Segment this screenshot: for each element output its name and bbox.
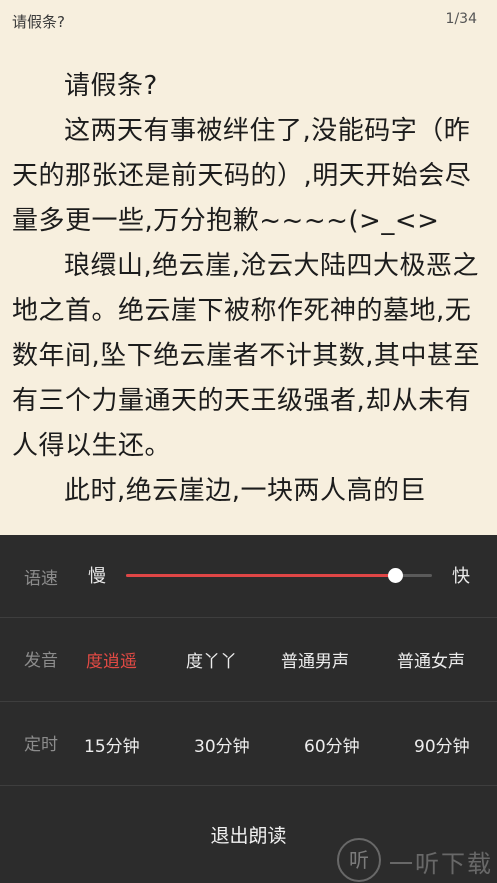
timer-row: 定时 15分钟 30分钟 60分钟 90分钟 <box>0 701 497 786</box>
chapter-content: 请假条? 这两天有事被绊住了,没能码字（昨天的那张还是前天码的）,明天开始会尽量… <box>12 64 488 514</box>
page-indicator: 1/34 <box>445 11 477 27</box>
voice-option-female[interactable]: 普通女声 <box>397 647 465 672</box>
tts-control-panel: 语速 慢 快 发音 度逍遥 度丫丫 普通男声 普通女声 定时 15分钟 30分钟… <box>0 535 497 883</box>
timer-label: 定时 <box>24 735 58 755</box>
speed-fast-label: 快 <box>452 566 470 587</box>
paragraph: 请假条? <box>64 71 158 101</box>
speed-row: 语速 慢 快 <box>0 535 497 618</box>
speed-slider-thumb[interactable] <box>388 568 404 583</box>
voice-option-male[interactable]: 普通男声 <box>281 647 349 672</box>
watermark-text: 一听下载 <box>389 850 493 878</box>
speed-slider[interactable] <box>126 568 432 583</box>
reader-view[interactable]: 请假条? 1/34 请假条? 这两天有事被绊住了,没能码字（昨天的那张还是前天码… <box>0 0 497 535</box>
speed-slider-fill <box>126 574 396 577</box>
voice-row: 发音 度逍遥 度丫丫 普通男声 普通女声 <box>0 617 497 702</box>
timer-option-30[interactable]: 30分钟 <box>194 732 250 757</box>
timer-option-90[interactable]: 90分钟 <box>414 732 470 757</box>
speed-slow-label: 慢 <box>88 566 106 587</box>
paragraph: 琅缳山,绝云崖,沧云大陆四大极恶之地之首。绝云崖下被称作死神的墓地,无数年间,坠… <box>12 251 481 461</box>
reader-header: 请假条? 1/34 <box>0 0 497 42</box>
speed-label: 语速 <box>24 569 58 589</box>
paragraph: 此时,绝云崖边,一块两人高的巨 <box>64 476 427 506</box>
voice-label: 发音 <box>24 651 58 671</box>
voice-option-duxiaoyao[interactable]: 度逍遥 <box>86 647 137 672</box>
watermark-logo-icon: 听 <box>337 838 381 882</box>
timer-option-60[interactable]: 60分钟 <box>304 732 360 757</box>
chapter-title: 请假条? <box>12 13 65 31</box>
watermark: 听 一听下载 <box>337 838 497 883</box>
paragraph: 这两天有事被绊住了,没能码字（昨天的那张还是前天码的）,明天开始会尽量多更一些,… <box>12 116 472 236</box>
voice-option-duyaya[interactable]: 度丫丫 <box>186 647 237 672</box>
timer-option-15[interactable]: 15分钟 <box>84 732 140 757</box>
